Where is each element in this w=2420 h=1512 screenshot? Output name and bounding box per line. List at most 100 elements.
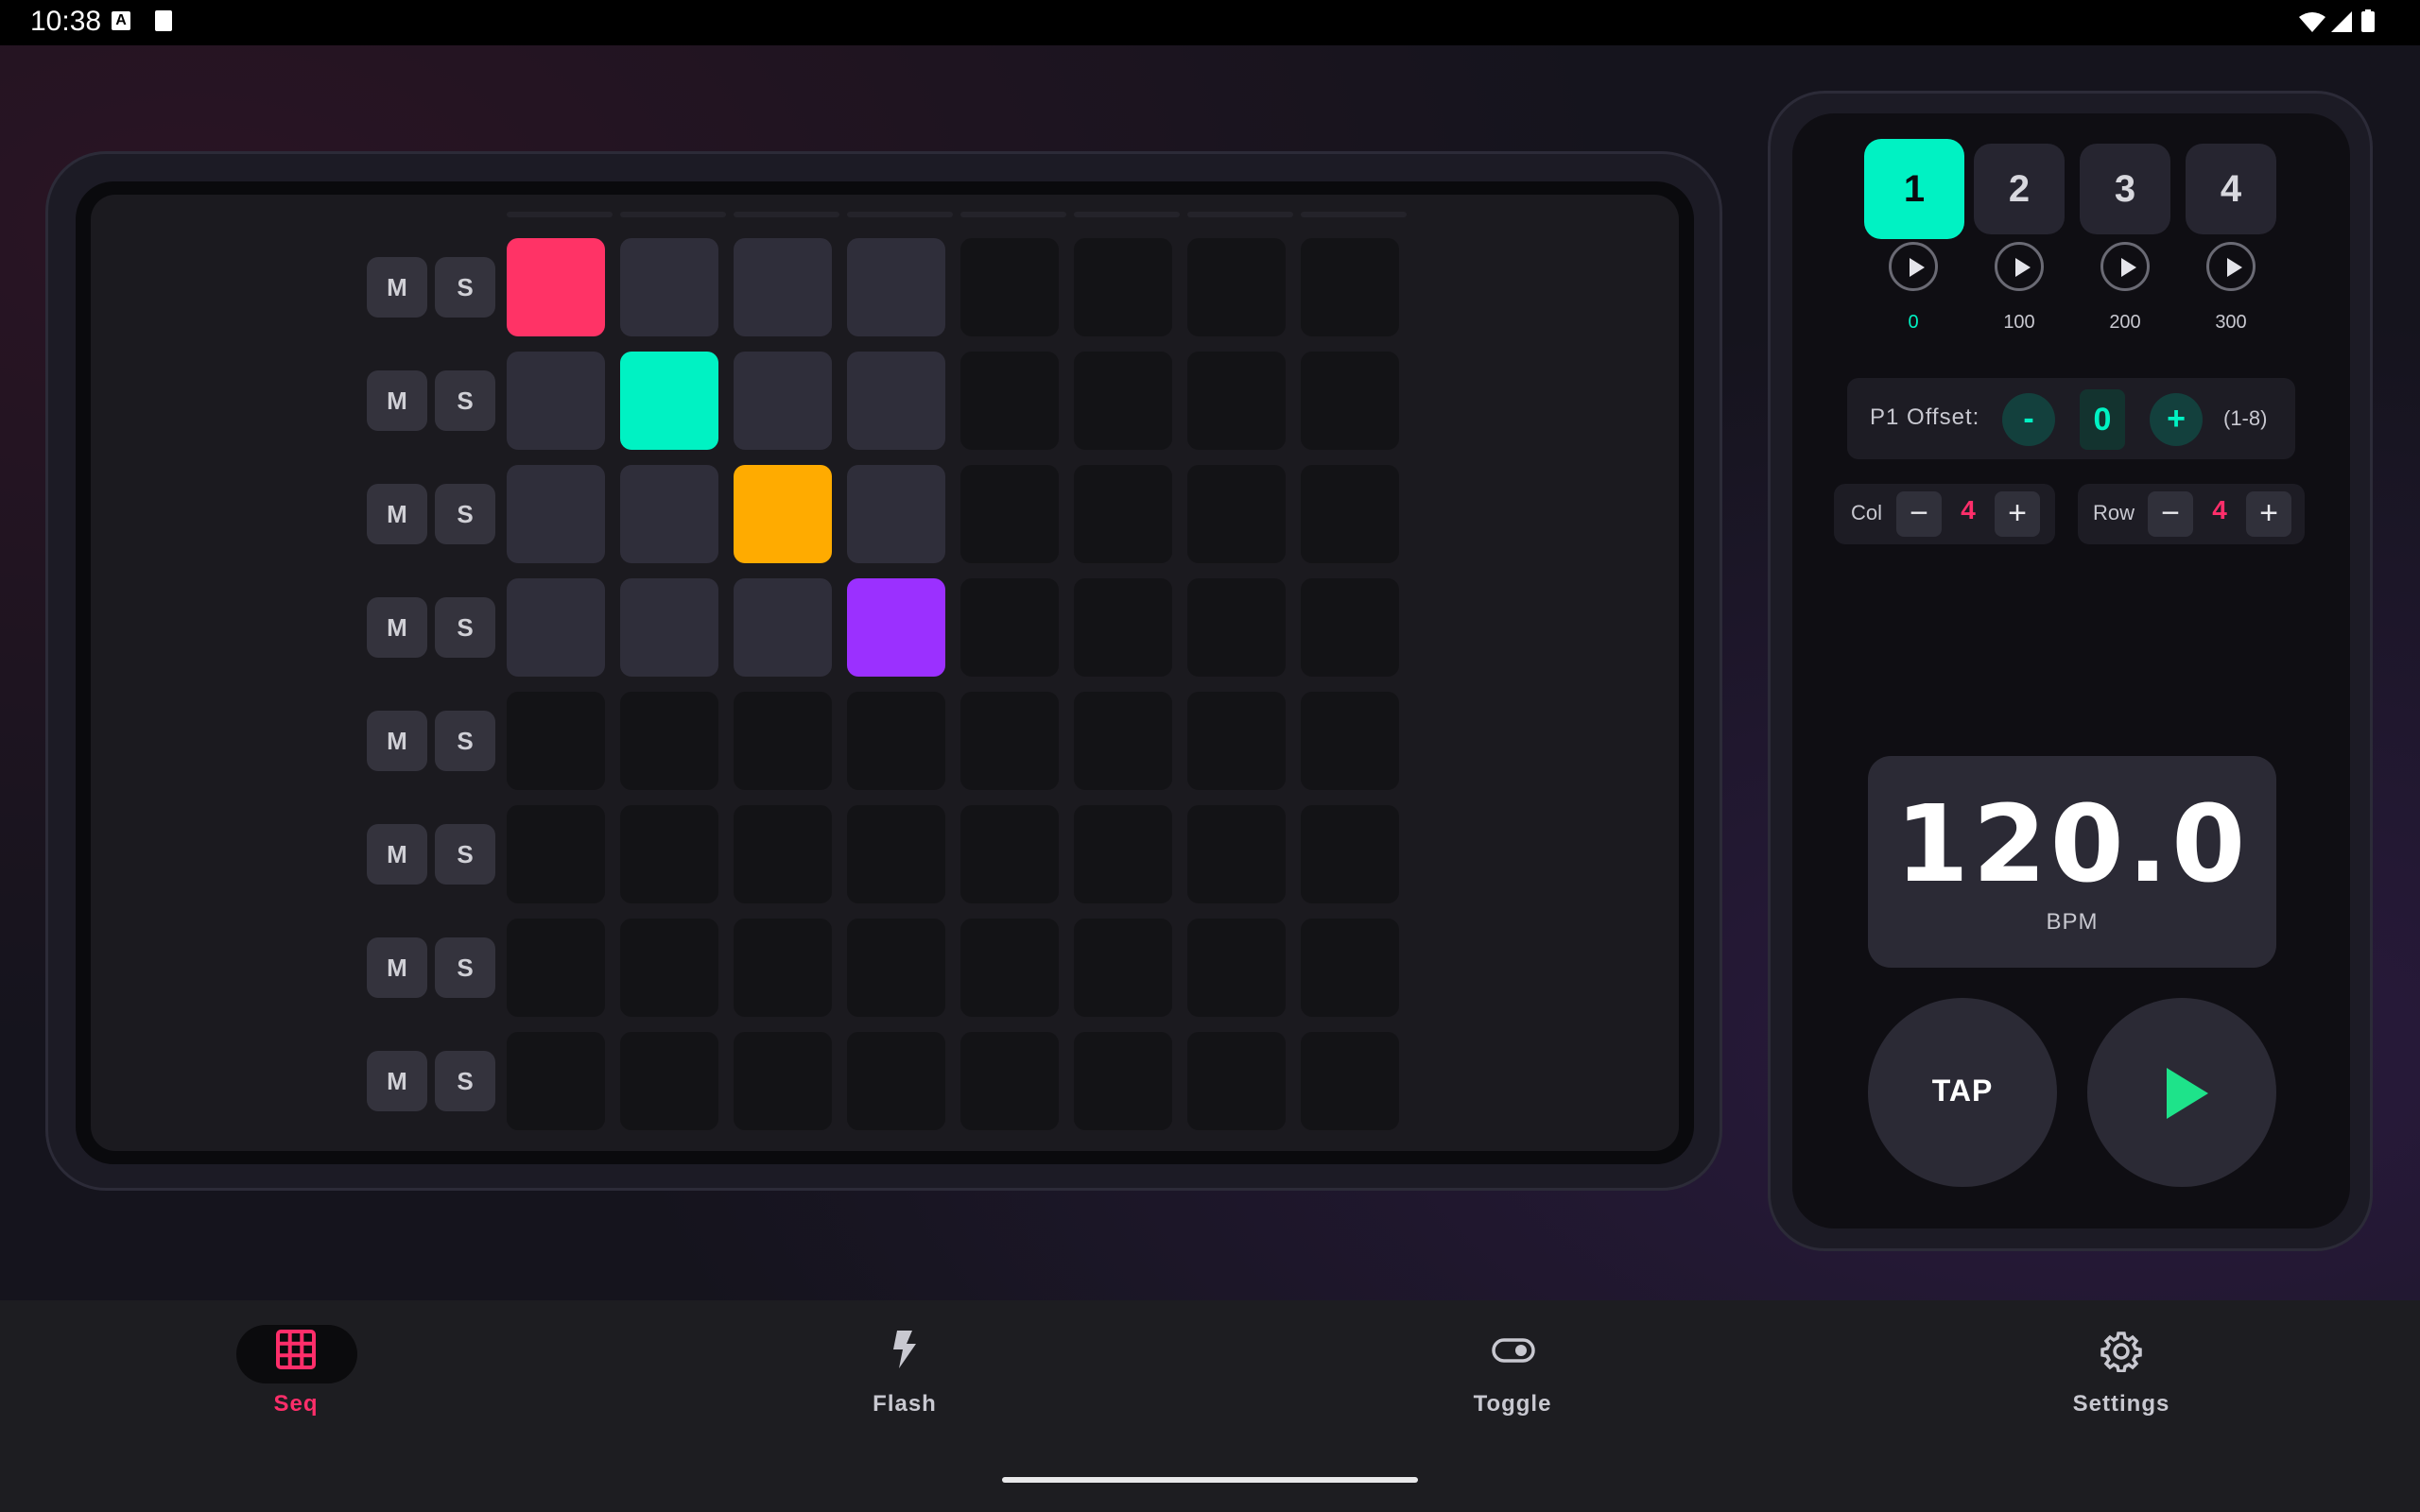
mute-button[interactable]: M bbox=[367, 370, 427, 431]
step-cell[interactable] bbox=[1074, 1032, 1172, 1130]
solo-button[interactable]: S bbox=[435, 597, 495, 658]
step-cell[interactable] bbox=[847, 919, 945, 1017]
step-cell[interactable] bbox=[847, 352, 945, 450]
pattern-button-4[interactable]: 4 bbox=[2186, 144, 2276, 234]
step-cell[interactable] bbox=[734, 919, 832, 1017]
step-cell[interactable] bbox=[620, 1032, 718, 1130]
step-cell[interactable] bbox=[1074, 919, 1172, 1017]
pattern-button-3[interactable]: 3 bbox=[2080, 144, 2170, 234]
step-cell[interactable] bbox=[620, 919, 718, 1017]
step-cell[interactable] bbox=[620, 692, 718, 790]
solo-button[interactable]: S bbox=[435, 484, 495, 544]
step-cell[interactable] bbox=[1301, 919, 1399, 1017]
mute-button[interactable]: M bbox=[367, 937, 427, 998]
nav-item-flash[interactable] bbox=[801, 1323, 1009, 1436]
step-cell[interactable] bbox=[847, 805, 945, 903]
step-cell[interactable] bbox=[1074, 352, 1172, 450]
step-cell[interactable] bbox=[507, 919, 605, 1017]
step-cell[interactable] bbox=[507, 1032, 605, 1130]
nav-item-toggle[interactable] bbox=[1409, 1323, 1616, 1436]
pattern-play-button-2[interactable] bbox=[1995, 242, 2044, 291]
step-cell[interactable] bbox=[960, 238, 1059, 336]
step-cell[interactable] bbox=[1187, 919, 1286, 1017]
step-cell[interactable] bbox=[960, 352, 1059, 450]
step-cell[interactable] bbox=[960, 465, 1059, 563]
row-decrement-button[interactable]: − bbox=[2148, 491, 2193, 537]
mute-button[interactable]: M bbox=[367, 824, 427, 885]
nav-item-seq[interactable] bbox=[192, 1323, 400, 1436]
home-indicator[interactable] bbox=[1002, 1477, 1418, 1483]
step-cell[interactable] bbox=[734, 465, 832, 563]
step-cell[interactable] bbox=[960, 805, 1059, 903]
solo-button[interactable]: S bbox=[435, 937, 495, 998]
step-cell[interactable] bbox=[1187, 692, 1286, 790]
step-cell[interactable] bbox=[734, 692, 832, 790]
mute-button[interactable]: M bbox=[367, 597, 427, 658]
offset-decrement-button[interactable]: - bbox=[2002, 393, 2055, 446]
step-cell[interactable] bbox=[960, 692, 1059, 790]
step-cell[interactable] bbox=[507, 805, 605, 903]
pattern-play-button-4[interactable] bbox=[2206, 242, 2256, 291]
step-cell[interactable] bbox=[734, 238, 832, 336]
step-cell[interactable] bbox=[960, 578, 1059, 677]
row-increment-button[interactable]: + bbox=[2246, 491, 2291, 537]
step-cell[interactable] bbox=[847, 238, 945, 336]
step-cell[interactable] bbox=[734, 1032, 832, 1130]
step-cell[interactable] bbox=[1301, 692, 1399, 790]
step-cell[interactable] bbox=[1301, 238, 1399, 336]
mute-button[interactable]: M bbox=[367, 711, 427, 771]
step-cell[interactable] bbox=[960, 1032, 1059, 1130]
step-cell[interactable] bbox=[1301, 805, 1399, 903]
solo-button[interactable]: S bbox=[435, 257, 495, 318]
step-cell[interactable] bbox=[620, 805, 718, 903]
step-cell[interactable] bbox=[847, 578, 945, 677]
step-cell[interactable] bbox=[507, 578, 605, 677]
step-cell[interactable] bbox=[1301, 352, 1399, 450]
step-cell[interactable] bbox=[734, 578, 832, 677]
step-cell[interactable] bbox=[620, 465, 718, 563]
step-cell[interactable] bbox=[734, 352, 832, 450]
column-increment-button[interactable]: + bbox=[1995, 491, 2040, 537]
pattern-button-2[interactable]: 2 bbox=[1974, 144, 2065, 234]
step-cell[interactable] bbox=[1301, 465, 1399, 563]
mute-button[interactable]: M bbox=[367, 484, 427, 544]
pattern-play-button-1[interactable] bbox=[1889, 242, 1938, 291]
step-cell[interactable] bbox=[507, 238, 605, 336]
step-cell[interactable] bbox=[1187, 238, 1286, 336]
step-cell[interactable] bbox=[1187, 578, 1286, 677]
pattern-button-1[interactable]: 1 bbox=[1864, 139, 1964, 239]
step-cell[interactable] bbox=[847, 465, 945, 563]
step-cell[interactable] bbox=[1301, 1032, 1399, 1130]
step-cell[interactable] bbox=[734, 805, 832, 903]
step-cell[interactable] bbox=[1074, 578, 1172, 677]
step-cell[interactable] bbox=[1187, 465, 1286, 563]
step-cell[interactable] bbox=[1301, 578, 1399, 677]
step-cell[interactable] bbox=[1074, 805, 1172, 903]
step-cell[interactable] bbox=[620, 238, 718, 336]
solo-button[interactable]: S bbox=[435, 370, 495, 431]
step-cell[interactable] bbox=[1074, 238, 1172, 336]
step-cell[interactable] bbox=[507, 465, 605, 563]
step-cell[interactable] bbox=[1187, 1032, 1286, 1130]
step-cell[interactable] bbox=[507, 352, 605, 450]
solo-button[interactable]: S bbox=[435, 824, 495, 885]
pattern-play-button-3[interactable] bbox=[2100, 242, 2150, 291]
solo-button[interactable]: S bbox=[435, 711, 495, 771]
step-cell[interactable] bbox=[1187, 352, 1286, 450]
step-cell[interactable] bbox=[620, 578, 718, 677]
step-cell[interactable] bbox=[620, 352, 718, 450]
step-cell[interactable] bbox=[847, 692, 945, 790]
offset-increment-button[interactable]: + bbox=[2150, 393, 2203, 446]
step-cell[interactable] bbox=[1074, 465, 1172, 563]
solo-button[interactable]: S bbox=[435, 1051, 495, 1111]
column-decrement-button[interactable]: − bbox=[1896, 491, 1942, 537]
column-count-label: Col bbox=[1851, 501, 1883, 524]
nav-item-settings[interactable] bbox=[2017, 1323, 2225, 1436]
step-cell[interactable] bbox=[507, 692, 605, 790]
step-cell[interactable] bbox=[847, 1032, 945, 1130]
mute-button[interactable]: M bbox=[367, 1051, 427, 1111]
step-cell[interactable] bbox=[1187, 805, 1286, 903]
step-cell[interactable] bbox=[960, 919, 1059, 1017]
mute-button[interactable]: M bbox=[367, 257, 427, 318]
step-cell[interactable] bbox=[1074, 692, 1172, 790]
